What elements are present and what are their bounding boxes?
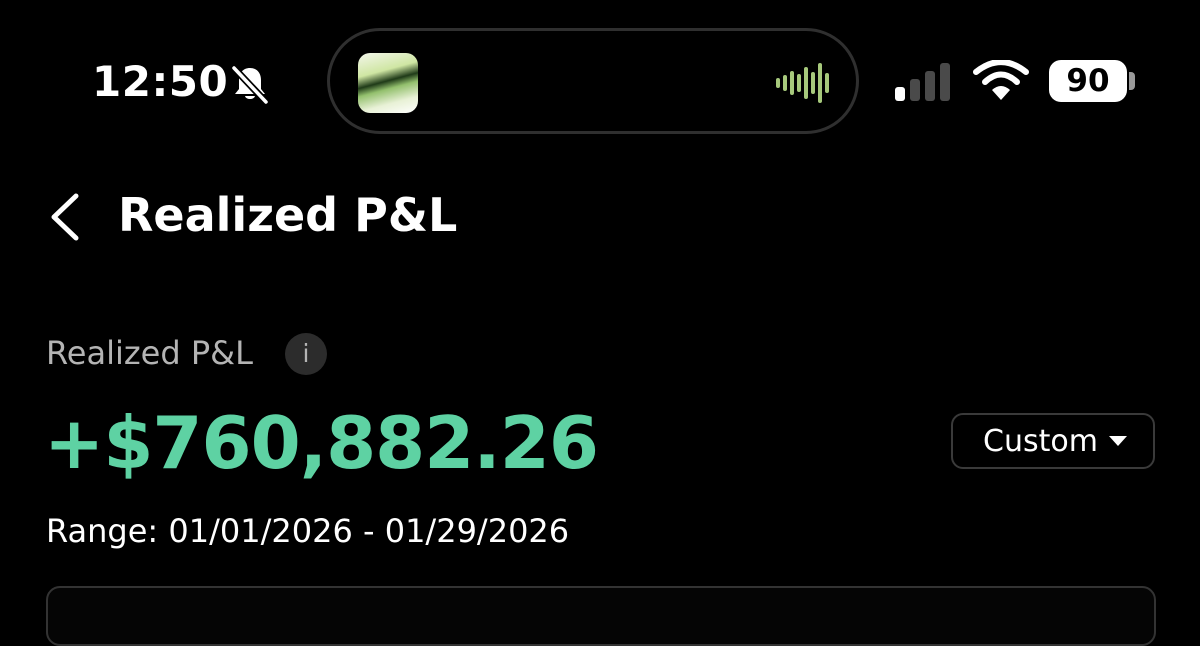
- audio-waveform-icon: [776, 63, 829, 103]
- wifi-icon: [973, 60, 1029, 100]
- details-card: [46, 586, 1156, 646]
- info-icon[interactable]: i: [285, 333, 327, 375]
- chevron-left-icon[interactable]: [46, 192, 86, 242]
- status-time: 12:50: [92, 57, 229, 106]
- range-dropdown[interactable]: Custom: [951, 413, 1155, 469]
- battery-nub: [1129, 72, 1135, 90]
- date-range-text: Range: 01/01/2026 - 01/29/2026: [46, 512, 570, 550]
- bell-slash-icon: [230, 64, 270, 106]
- album-artwork[interactable]: [358, 53, 418, 113]
- cellular-signal-icon: [895, 63, 950, 101]
- battery-indicator: 90: [1049, 60, 1127, 102]
- realized-pl-value: +$760,882.26: [44, 401, 599, 485]
- page-title: Realized P&L: [118, 188, 458, 242]
- dynamic-island[interactable]: [327, 28, 859, 134]
- realized-pl-label: Realized P&L: [46, 334, 253, 372]
- caret-down-icon: [1109, 436, 1127, 446]
- range-dropdown-label: Custom: [983, 424, 1098, 459]
